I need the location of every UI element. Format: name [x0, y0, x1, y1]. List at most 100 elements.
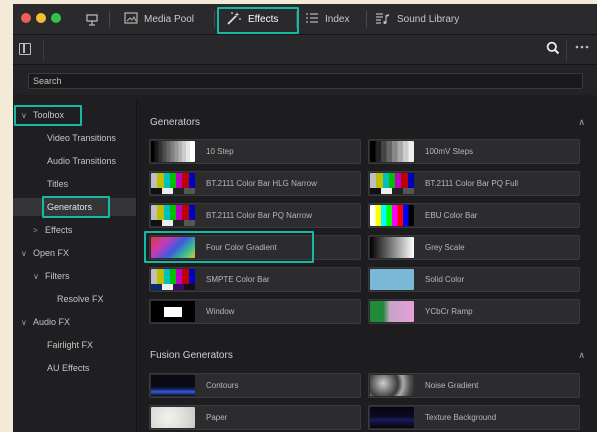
generator-tile[interactable]: YCbCr Ramp: [368, 299, 580, 324]
thumb-ycbcr: [370, 301, 414, 322]
tile-label: 10 Step: [206, 147, 234, 156]
sidebar-item-video-transitions[interactable]: Video Transitions: [47, 129, 116, 147]
chevron-down-icon: ∨: [21, 249, 27, 258]
tile-label: Solid Color: [425, 275, 465, 284]
sidebar-item-label: Generators: [47, 202, 93, 212]
tab-index-label: Index: [325, 14, 350, 25]
generator-tile[interactable]: Contours: [149, 373, 361, 398]
section-title: Fusion Generators: [150, 349, 233, 361]
thumb-colorbar: [151, 173, 195, 194]
tile-label: YCbCr Ramp: [425, 307, 473, 316]
search-input[interactable]: Search: [28, 73, 583, 89]
effects-browser: Generators ∧ 10 Step 100mV Steps BT.2111…: [138, 100, 597, 432]
tab-media-pool[interactable]: Media Pool: [124, 4, 194, 35]
generator-tile[interactable]: Paper: [149, 405, 361, 430]
thumb-ebu: [370, 205, 414, 226]
sidebar-item-generators[interactable]: Generators: [13, 198, 136, 216]
chevron-down-icon: ∨: [21, 111, 27, 120]
tile-label: Noise Gradient: [425, 381, 479, 390]
tab-effects-label: Effects: [248, 14, 279, 25]
tile-label: BT.2111 Color Bar PQ Full: [425, 179, 519, 188]
tile-label: Paper: [206, 413, 228, 422]
tile-label: Four Color Gradient: [206, 243, 277, 252]
effects-library-window: Media Pool Effects Index Sound Library S…: [13, 4, 597, 432]
more-options-icon[interactable]: [574, 40, 590, 57]
tile-label: BT.2111 Color Bar PQ Narrow: [206, 211, 312, 220]
pin-icon[interactable]: [85, 4, 99, 35]
panel-header-bar: [13, 35, 597, 65]
generator-tile[interactable]: 10 Step: [149, 139, 361, 164]
tile-label: BT.2111 Color Bar HLG Narrow: [206, 179, 317, 188]
sidebar-item-resolve-fx[interactable]: Resolve FX: [57, 290, 104, 308]
search-row: Search: [13, 65, 597, 95]
section-title: Generators: [150, 116, 201, 128]
generator-tile-four-color-gradient[interactable]: Four Color Gradient: [149, 235, 361, 260]
zoom-window-button[interactable]: [51, 13, 61, 23]
sidebar-item-label: Audio FX: [33, 317, 71, 327]
generator-tile[interactable]: Window: [149, 299, 361, 324]
sidebar-item-audio-transitions[interactable]: Audio Transitions: [47, 152, 116, 170]
chevron-up-icon[interactable]: ∧: [578, 350, 585, 361]
sidebar-item-filters[interactable]: ∨ Filters: [33, 267, 70, 285]
thumb-solid: [370, 269, 414, 290]
thumb-texture: [370, 407, 414, 428]
tab-sound-library[interactable]: Sound Library: [375, 4, 459, 35]
sidebar-item-label: Open FX: [33, 248, 70, 258]
generators-section-header[interactable]: Generators ∧: [138, 108, 597, 136]
generator-tile[interactable]: 100mV Steps: [368, 139, 580, 164]
list-icon: [305, 12, 319, 27]
thumb-colorbar: [151, 205, 195, 226]
image-icon: [124, 12, 138, 27]
top-toolbar: Media Pool Effects Index Sound Library: [13, 4, 597, 35]
tab-effects[interactable]: Effects: [226, 4, 278, 35]
thumb-contours: [151, 375, 195, 396]
tile-label: Contours: [206, 381, 239, 390]
thumb-step: [370, 141, 414, 162]
thumb-grey: [370, 237, 414, 258]
sidebar-item-label: Effects: [45, 225, 73, 235]
tile-label: Grey Scale: [425, 243, 465, 252]
generator-tile[interactable]: SMPTE Color Bar: [149, 267, 361, 292]
sidebar-item-au-effects[interactable]: AU Effects: [47, 359, 89, 377]
chevron-up-icon[interactable]: ∧: [578, 117, 585, 128]
thumb-four-color-gradient: [151, 237, 195, 258]
tab-media-pool-label: Media Pool: [144, 14, 195, 25]
sidebar-item-label: Toolbox: [33, 110, 65, 120]
music-list-icon: [375, 12, 391, 28]
generator-tile[interactable]: Noise Gradient: [368, 373, 580, 398]
sidebar-item-titles[interactable]: Titles: [47, 175, 68, 193]
sidebar-item-audio-fx[interactable]: ∨ Audio FX: [21, 313, 70, 331]
tile-label: Texture Background: [425, 413, 497, 422]
close-window-button[interactable]: [21, 13, 31, 23]
sidebar-item-label: Filters: [45, 271, 70, 281]
generator-tile[interactable]: Solid Color: [368, 267, 580, 292]
thumb-paper: [151, 407, 195, 428]
tile-label: 100mV Steps: [425, 147, 474, 156]
sidebar-item-effects[interactable]: > Effects: [33, 221, 72, 239]
sidebar: ∨ Toolbox Video Transitions Audio Transit…: [13, 100, 137, 432]
thumb-window: [151, 301, 195, 322]
generator-tile[interactable]: Grey Scale: [368, 235, 580, 260]
tile-label: EBU Color Bar: [425, 211, 478, 220]
chevron-down-icon: ∨: [21, 318, 27, 327]
fusion-generators-section-header[interactable]: Fusion Generators ∧: [138, 341, 597, 369]
chevron-right-icon: >: [33, 226, 38, 235]
generator-tile[interactable]: EBU Color Bar: [368, 203, 580, 228]
tile-label: SMPTE Color Bar: [206, 275, 270, 284]
chevron-down-icon: ∨: [33, 272, 39, 281]
generator-tile[interactable]: BT.2111 Color Bar HLG Narrow: [149, 171, 361, 196]
thumb-noise: [370, 375, 414, 396]
thumb-colorbar: [151, 269, 195, 290]
sidebar-toggle-icon[interactable]: [19, 43, 31, 55]
generator-tile[interactable]: Texture Background: [368, 405, 580, 430]
sidebar-item-open-fx[interactable]: ∨ Open FX: [21, 244, 69, 262]
sidebar-item-toolbox[interactable]: ∨ Toolbox: [21, 106, 64, 124]
generator-tile[interactable]: BT.2111 Color Bar PQ Full: [368, 171, 580, 196]
tab-index[interactable]: Index: [305, 4, 349, 35]
sidebar-item-fairlight-fx[interactable]: Fairlight FX: [47, 336, 93, 354]
generator-tile[interactable]: BT.2111 Color Bar PQ Narrow: [149, 203, 361, 228]
tile-label: Window: [206, 307, 235, 316]
magic-wand-icon: [226, 11, 242, 28]
minimize-window-button[interactable]: [36, 13, 46, 23]
search-icon[interactable]: [546, 41, 560, 58]
